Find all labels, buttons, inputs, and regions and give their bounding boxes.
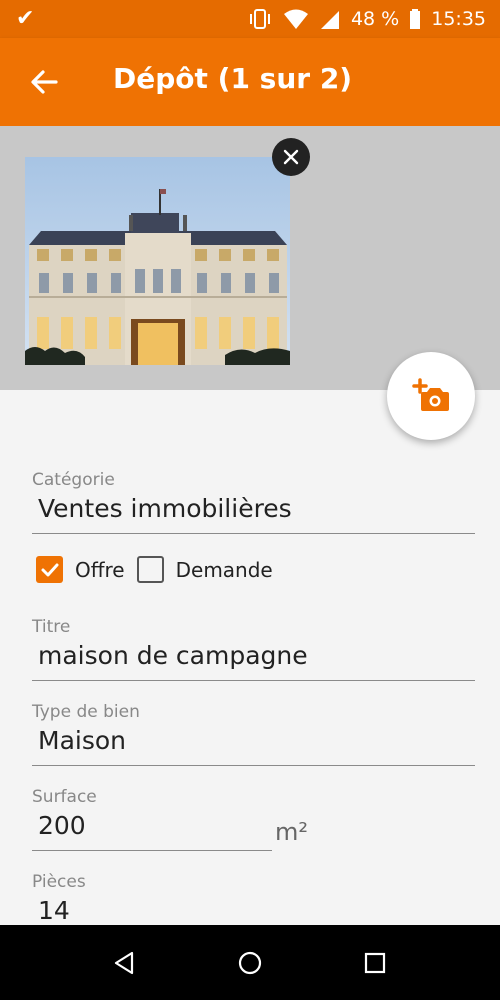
type-de-bien-label: Type de bien xyxy=(32,702,140,722)
field-type-de-bien[interactable]: Type de bien Maison xyxy=(32,702,475,766)
photo-area xyxy=(0,126,500,440)
navigation-bar xyxy=(0,925,500,1000)
page-title: Dépôt (1 sur 2) xyxy=(113,62,353,95)
pieces-input[interactable]: 14 xyxy=(32,896,475,925)
vibrate-icon xyxy=(249,9,270,29)
offre-checkbox[interactable] xyxy=(36,556,63,583)
nav-recents-button[interactable] xyxy=(360,948,390,978)
battery-icon xyxy=(410,9,421,29)
signal-icon xyxy=(320,11,339,29)
field-titre[interactable]: Titre maison de campagne xyxy=(32,617,475,681)
demande-checkbox[interactable] xyxy=(136,556,164,583)
status-bar: ✔ 48 % 15:35 xyxy=(0,0,500,38)
ad-form: Catégorie Ventes immobilières Offre Dema… xyxy=(0,390,500,925)
pieces-label: Pièces xyxy=(32,872,86,892)
type-de-bien-value[interactable]: Maison xyxy=(32,726,475,766)
nav-home-button[interactable] xyxy=(235,948,265,978)
wifi-icon xyxy=(283,9,308,29)
titre-input[interactable]: maison de campagne xyxy=(32,641,475,681)
nav-back-button[interactable] xyxy=(110,948,140,978)
surface-label: Surface xyxy=(32,787,97,807)
demande-label[interactable]: Demande xyxy=(176,558,273,582)
add-photo-icon xyxy=(412,378,449,411)
categorie-value[interactable]: Ventes immobilières xyxy=(32,494,475,534)
categorie-label: Catégorie xyxy=(32,470,115,490)
download-done-icon: ✔ xyxy=(16,6,35,31)
offre-label[interactable]: Offre xyxy=(75,558,125,582)
titre-label: Titre xyxy=(32,617,71,637)
surface-input[interactable]: 200 xyxy=(32,811,272,851)
field-categorie[interactable]: Catégorie Ventes immobilières xyxy=(32,470,475,534)
uploaded-photo[interactable] xyxy=(25,157,290,365)
app-bar: Dépôt (1 sur 2) xyxy=(0,38,500,126)
field-pieces[interactable]: Pièces 14 xyxy=(32,872,475,925)
nav-back-icon xyxy=(114,951,134,975)
close-icon xyxy=(283,149,299,165)
status-icons: 48 % 15:35 xyxy=(247,0,486,38)
offer-type-group: Offre Demande xyxy=(36,556,285,583)
remove-photo-button[interactable] xyxy=(272,138,310,176)
surface-unit: m² xyxy=(275,818,308,846)
battery-percentage: 48 % xyxy=(350,8,400,30)
back-button[interactable] xyxy=(26,64,62,100)
nav-recents-icon xyxy=(364,952,386,974)
nav-home-icon xyxy=(238,951,262,975)
arrow-back-icon xyxy=(31,70,58,94)
building-photo xyxy=(25,157,290,365)
field-surface[interactable]: Surface 200 xyxy=(32,787,272,851)
check-icon xyxy=(41,563,58,576)
clock: 15:35 xyxy=(431,8,486,30)
add-photo-button[interactable] xyxy=(387,352,475,440)
